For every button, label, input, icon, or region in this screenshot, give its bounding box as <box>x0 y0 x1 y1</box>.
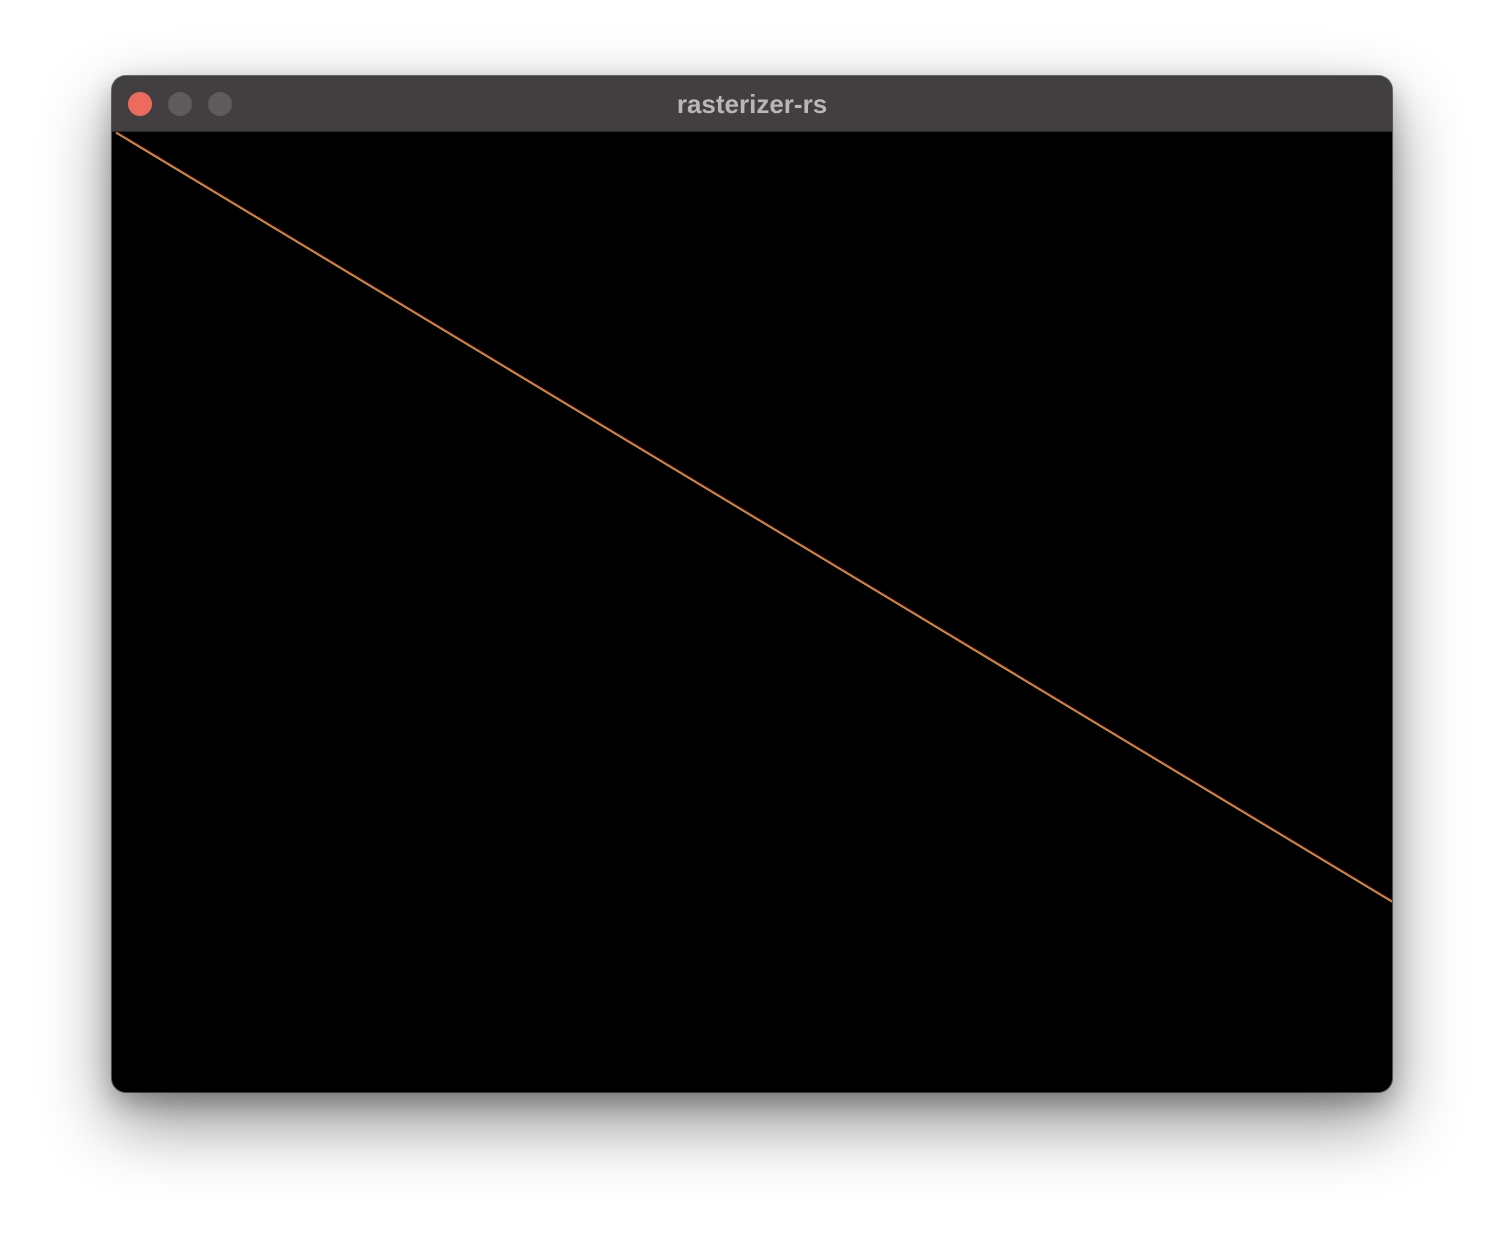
render-canvas <box>112 132 1392 1092</box>
rasterized-line-accent <box>115 132 1392 903</box>
window-title: rasterizer-rs <box>676 89 828 119</box>
rasterized-line <box>115 132 1392 902</box>
title-bar[interactable]: rasterizer-rs <box>112 76 1392 132</box>
render-surface <box>115 132 1392 903</box>
app-window: rasterizer-rs <box>112 76 1392 1092</box>
